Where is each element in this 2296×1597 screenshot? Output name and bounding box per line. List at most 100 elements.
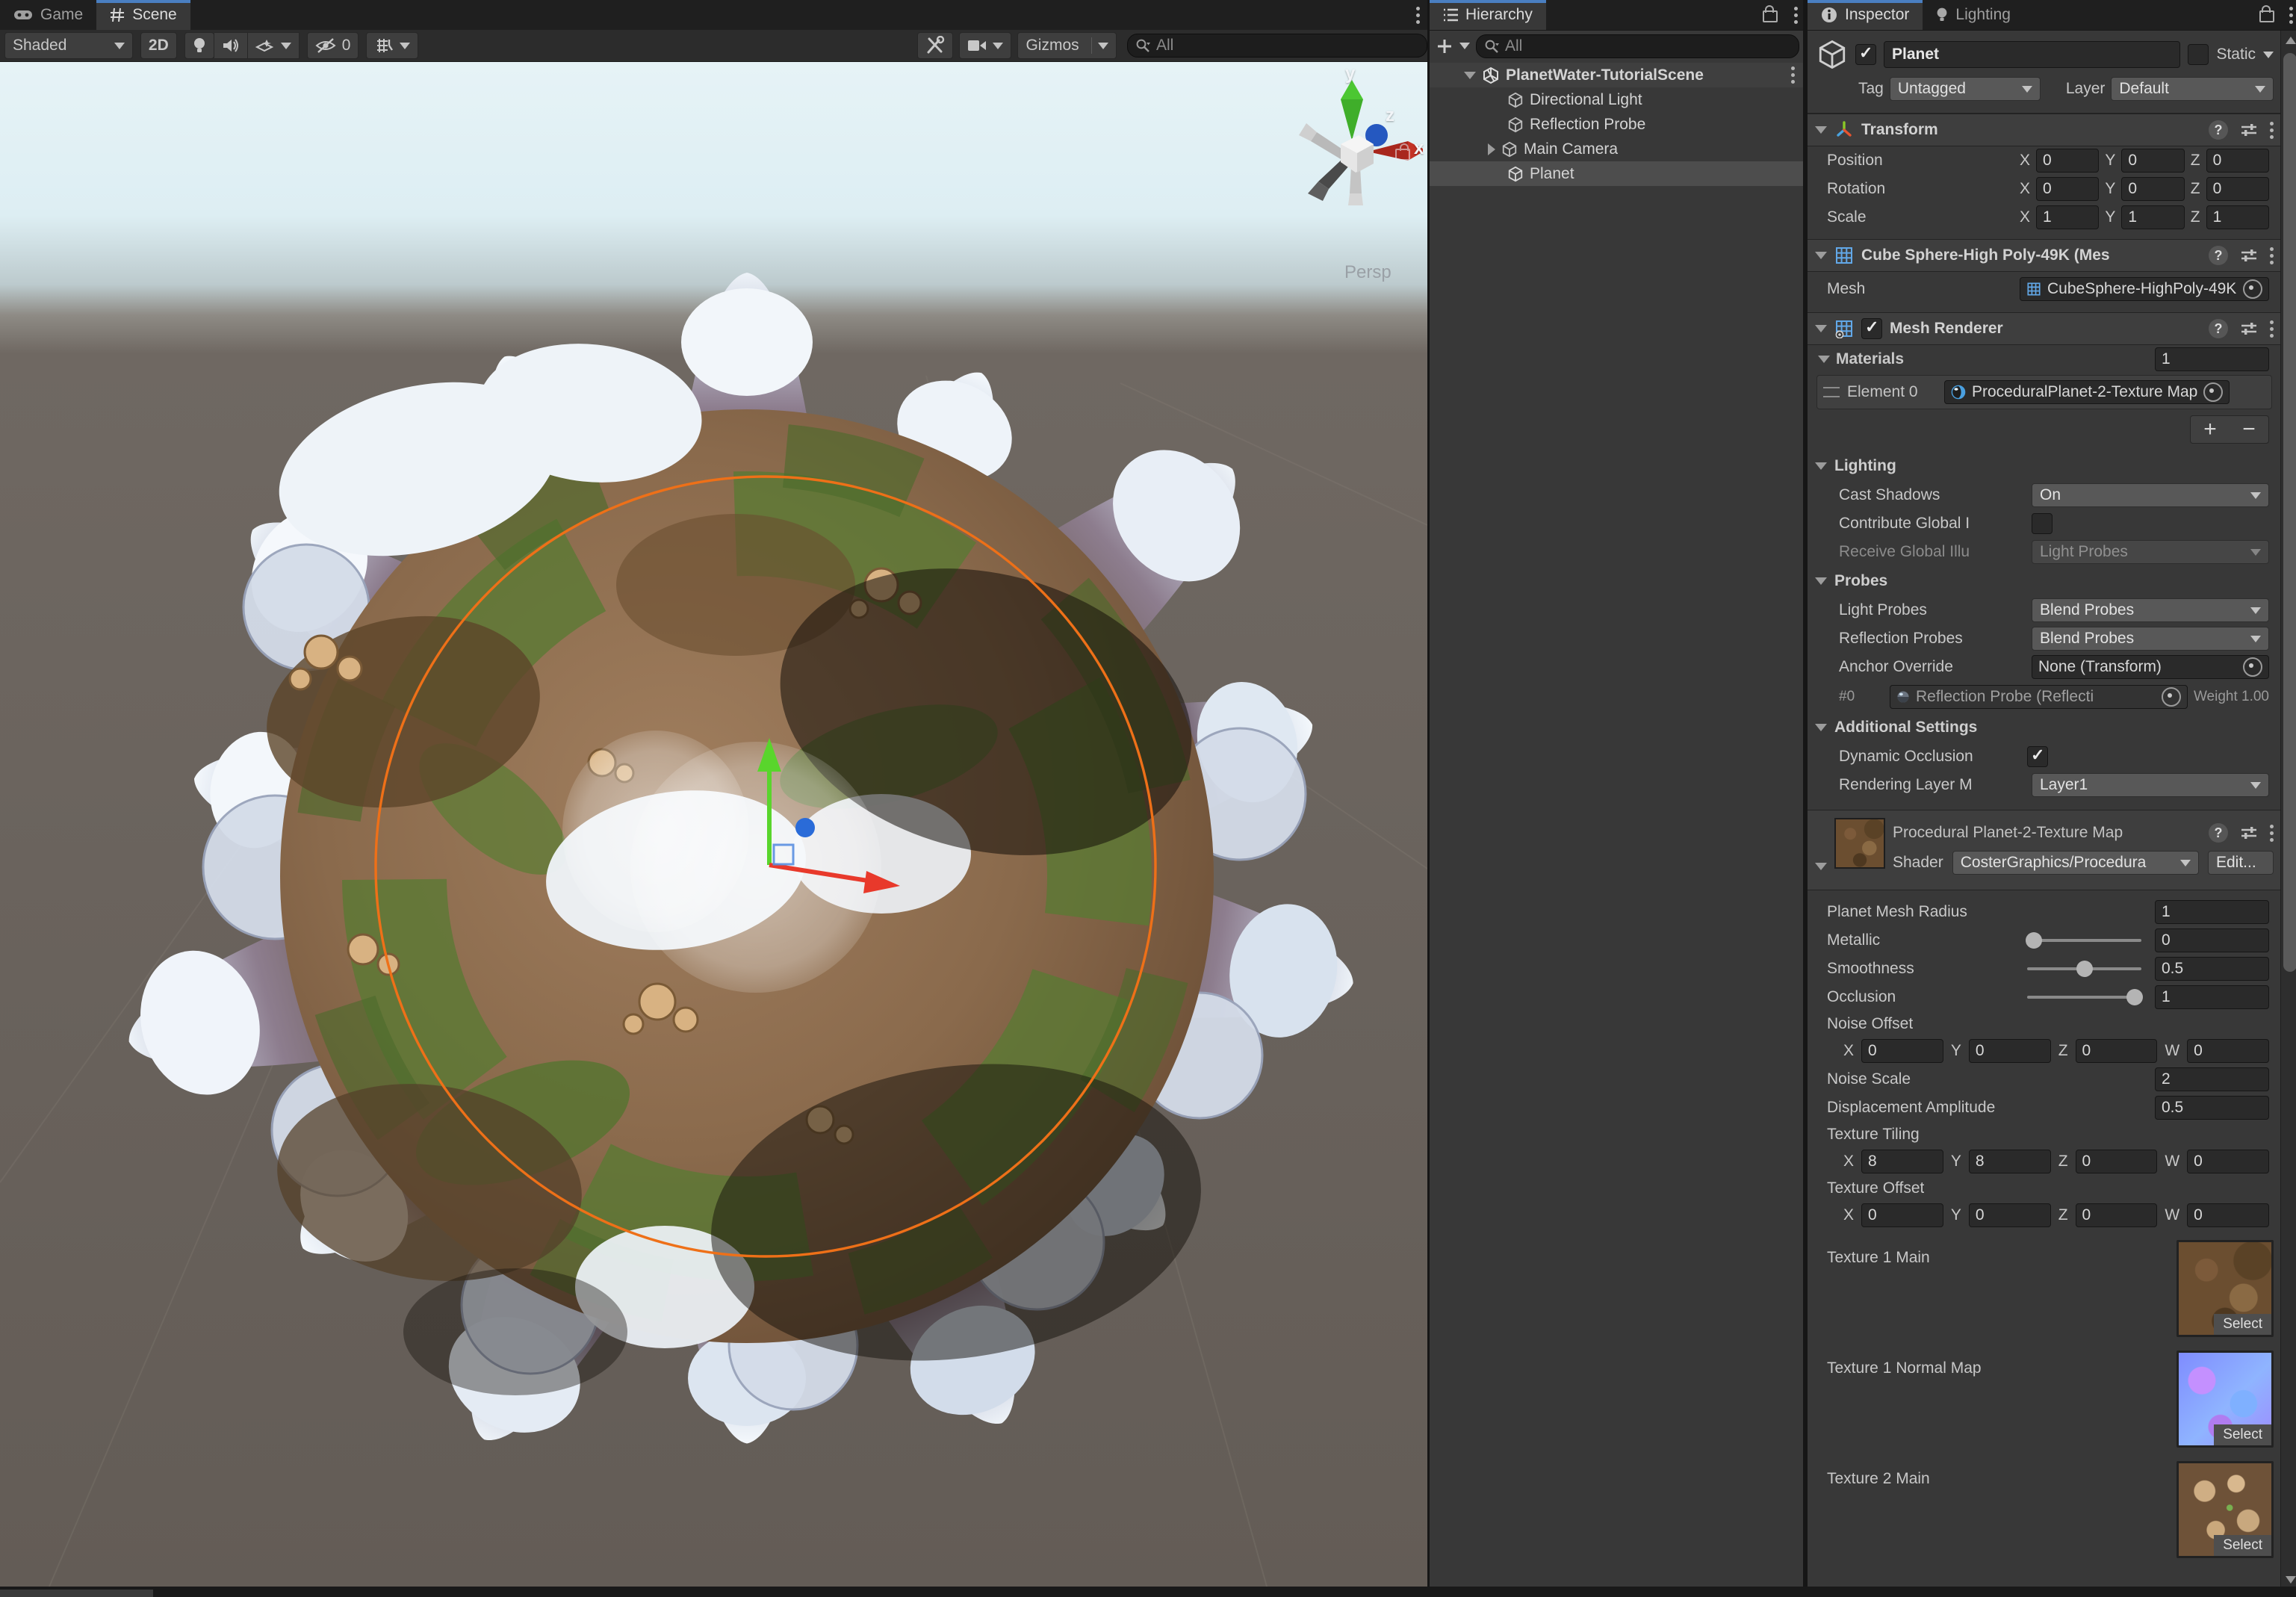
foldout-icon[interactable] [1818,356,1830,363]
offset-y-field[interactable]: 0 [1969,1203,2051,1227]
hierarchy-item-directional-light[interactable]: Directional Light [1430,87,1805,112]
scene-tab-menu-icon[interactable] [1416,13,1420,17]
noise-offset-w-field[interactable]: 0 [2187,1039,2269,1063]
scroll-up-icon[interactable] [2286,37,2296,44]
grid-visibility-toggle[interactable] [366,32,418,59]
dynamic-occlusion-checkbox[interactable] [2027,746,2048,767]
foldout-icon[interactable] [1815,252,1827,259]
probes-section[interactable]: Probes [1808,566,2281,596]
lighting-section[interactable]: Lighting [1808,451,2281,481]
anchor-override-field[interactable]: None (Transform) [2032,655,2269,679]
material-element-row[interactable]: Element 0 ProceduralPlanet-2-Texture Map [1816,375,2272,409]
rotation-z-field[interactable]: 0 [2206,177,2269,201]
help-icon[interactable] [2209,823,2228,843]
foldout-icon[interactable] [1815,126,1827,134]
remove-material-button[interactable]: − [2230,416,2268,443]
scale-z-field[interactable]: 1 [2206,205,2269,229]
texture2-main-thumbnail[interactable]: Select [2176,1461,2274,1558]
tiling-y-field[interactable]: 8 [1969,1150,2051,1173]
expand-icon[interactable] [1488,143,1495,155]
add-object-button[interactable] [1436,37,1453,55]
offset-x-field[interactable]: 0 [1861,1203,1943,1227]
shading-mode-dropdown[interactable]: Shaded [4,32,133,59]
scroll-down-icon[interactable] [2286,1576,2296,1584]
planet-mesh-radius-field[interactable]: 1 [2155,900,2269,924]
projection-mode-label[interactable]: Persp [1344,262,1391,283]
shader-edit-button[interactable]: Edit... [2208,851,2274,875]
component-menu-icon[interactable] [2270,327,2274,331]
metallic-field[interactable]: 0 [2155,928,2269,952]
material-header[interactable]: Procedural Planet-2-Texture Map Shader [1808,810,2281,890]
presets-icon[interactable] [2240,247,2258,264]
orientation-gizmo[interactable]: y z x [1296,69,1423,211]
object-picker-icon[interactable] [2243,279,2262,299]
inspector-scrollbar[interactable] [2280,31,2296,1597]
tab-inspector[interactable]: Inspector [1808,0,1923,30]
texture1-select-button[interactable]: Select [2214,1314,2271,1335]
object-picker-icon[interactable] [2243,657,2262,677]
view-lock-icon[interactable] [1395,143,1410,165]
scale-x-field[interactable]: 1 [2036,205,2099,229]
cast-shadows-dropdown[interactable]: On [2032,483,2269,507]
scene-audio-toggle[interactable] [214,32,248,59]
texture1-normal-select-button[interactable]: Select [2214,1424,2271,1445]
smoothness-slider[interactable] [2027,967,2141,970]
drag-handle-icon[interactable] [1823,387,1840,397]
foldout-icon[interactable] [1815,325,1827,332]
noise-scale-field[interactable]: 2 [2155,1067,2269,1091]
help-icon[interactable] [2209,120,2228,140]
scale-y-field[interactable]: 1 [2121,205,2184,229]
object-picker-icon[interactable] [2203,382,2223,402]
2d-toggle-button[interactable]: 2D [140,32,177,59]
reflection-probes-dropdown[interactable]: Blend Probes [2032,627,2269,651]
help-icon[interactable] [2209,319,2228,338]
receive-gi-dropdown[interactable]: Light Probes [2032,540,2269,564]
hierarchy-item-scene-root[interactable]: PlanetWater-TutorialScene [1430,63,1805,87]
occlusion-field[interactable]: 1 [2155,985,2269,1009]
rotation-x-field[interactable]: 0 [2036,177,2099,201]
shader-dropdown[interactable]: CosterGraphics/Procedura [1952,851,2199,875]
tag-dropdown[interactable]: Untagged [1890,77,2041,101]
contribute-gi-checkbox[interactable] [2032,513,2053,534]
offset-z-field[interactable]: 0 [2076,1203,2158,1227]
object-picker-icon[interactable] [2162,687,2181,707]
tiling-w-field[interactable]: 0 [2187,1150,2269,1173]
position-y-field[interactable]: 0 [2121,149,2184,173]
hierarchy-item-reflection-probe[interactable]: Reflection Probe [1430,112,1805,137]
scene-effects-toggle[interactable] [248,32,300,59]
help-icon[interactable] [2209,246,2228,265]
static-checkbox[interactable] [2188,44,2209,65]
position-x-field[interactable]: 0 [2036,149,2099,173]
foldout-icon[interactable] [1464,72,1476,79]
add-object-dropdown-icon[interactable] [1459,43,1470,49]
displacement-field[interactable]: 0.5 [2155,1096,2269,1120]
component-menu-icon[interactable] [2270,831,2274,835]
scene-root-menu-icon[interactable] [1791,73,1795,77]
scene-lighting-toggle[interactable] [184,32,214,59]
mesh-renderer-header[interactable]: Mesh Renderer [1808,312,2281,345]
hierarchy-menu-icon[interactable] [1794,13,1798,17]
material-preview-thumbnail[interactable] [1834,818,1885,869]
scene-tools-button[interactable] [917,32,953,59]
tab-scene[interactable]: Scene [96,0,190,30]
rotation-y-field[interactable]: 0 [2121,177,2184,201]
mesh-object-field[interactable]: CubeSphere-HighPoly-49K [2020,277,2269,301]
hierarchy-item-main-camera[interactable]: Main Camera [1430,137,1805,161]
component-menu-icon[interactable] [2270,128,2274,132]
position-z-field[interactable]: 0 [2206,149,2269,173]
gizmos-dropdown[interactable]: Gizmos [1017,32,1117,59]
texture1-normal-thumbnail[interactable]: Select [2176,1351,2274,1448]
tiling-z-field[interactable]: 0 [2076,1150,2158,1173]
texture2-select-button[interactable]: Select [2214,1535,2271,1556]
lock-icon[interactable] [2259,10,2274,22]
mesh-filter-header[interactable]: Cube Sphere-High Poly-49K (Mes [1808,239,2281,272]
light-probes-dropdown[interactable]: Blend Probes [2032,598,2269,622]
lock-icon[interactable] [1763,10,1778,22]
noise-offset-x-field[interactable]: 0 [1861,1039,1943,1063]
tab-game[interactable]: Game [0,0,96,30]
layer-dropdown[interactable]: Default [2111,77,2274,101]
additional-settings-section[interactable]: Additional Settings [1808,713,2281,742]
tiling-x-field[interactable]: 8 [1861,1150,1943,1173]
presets-icon[interactable] [2240,122,2258,138]
materials-count-field[interactable]: 1 [2155,347,2269,371]
